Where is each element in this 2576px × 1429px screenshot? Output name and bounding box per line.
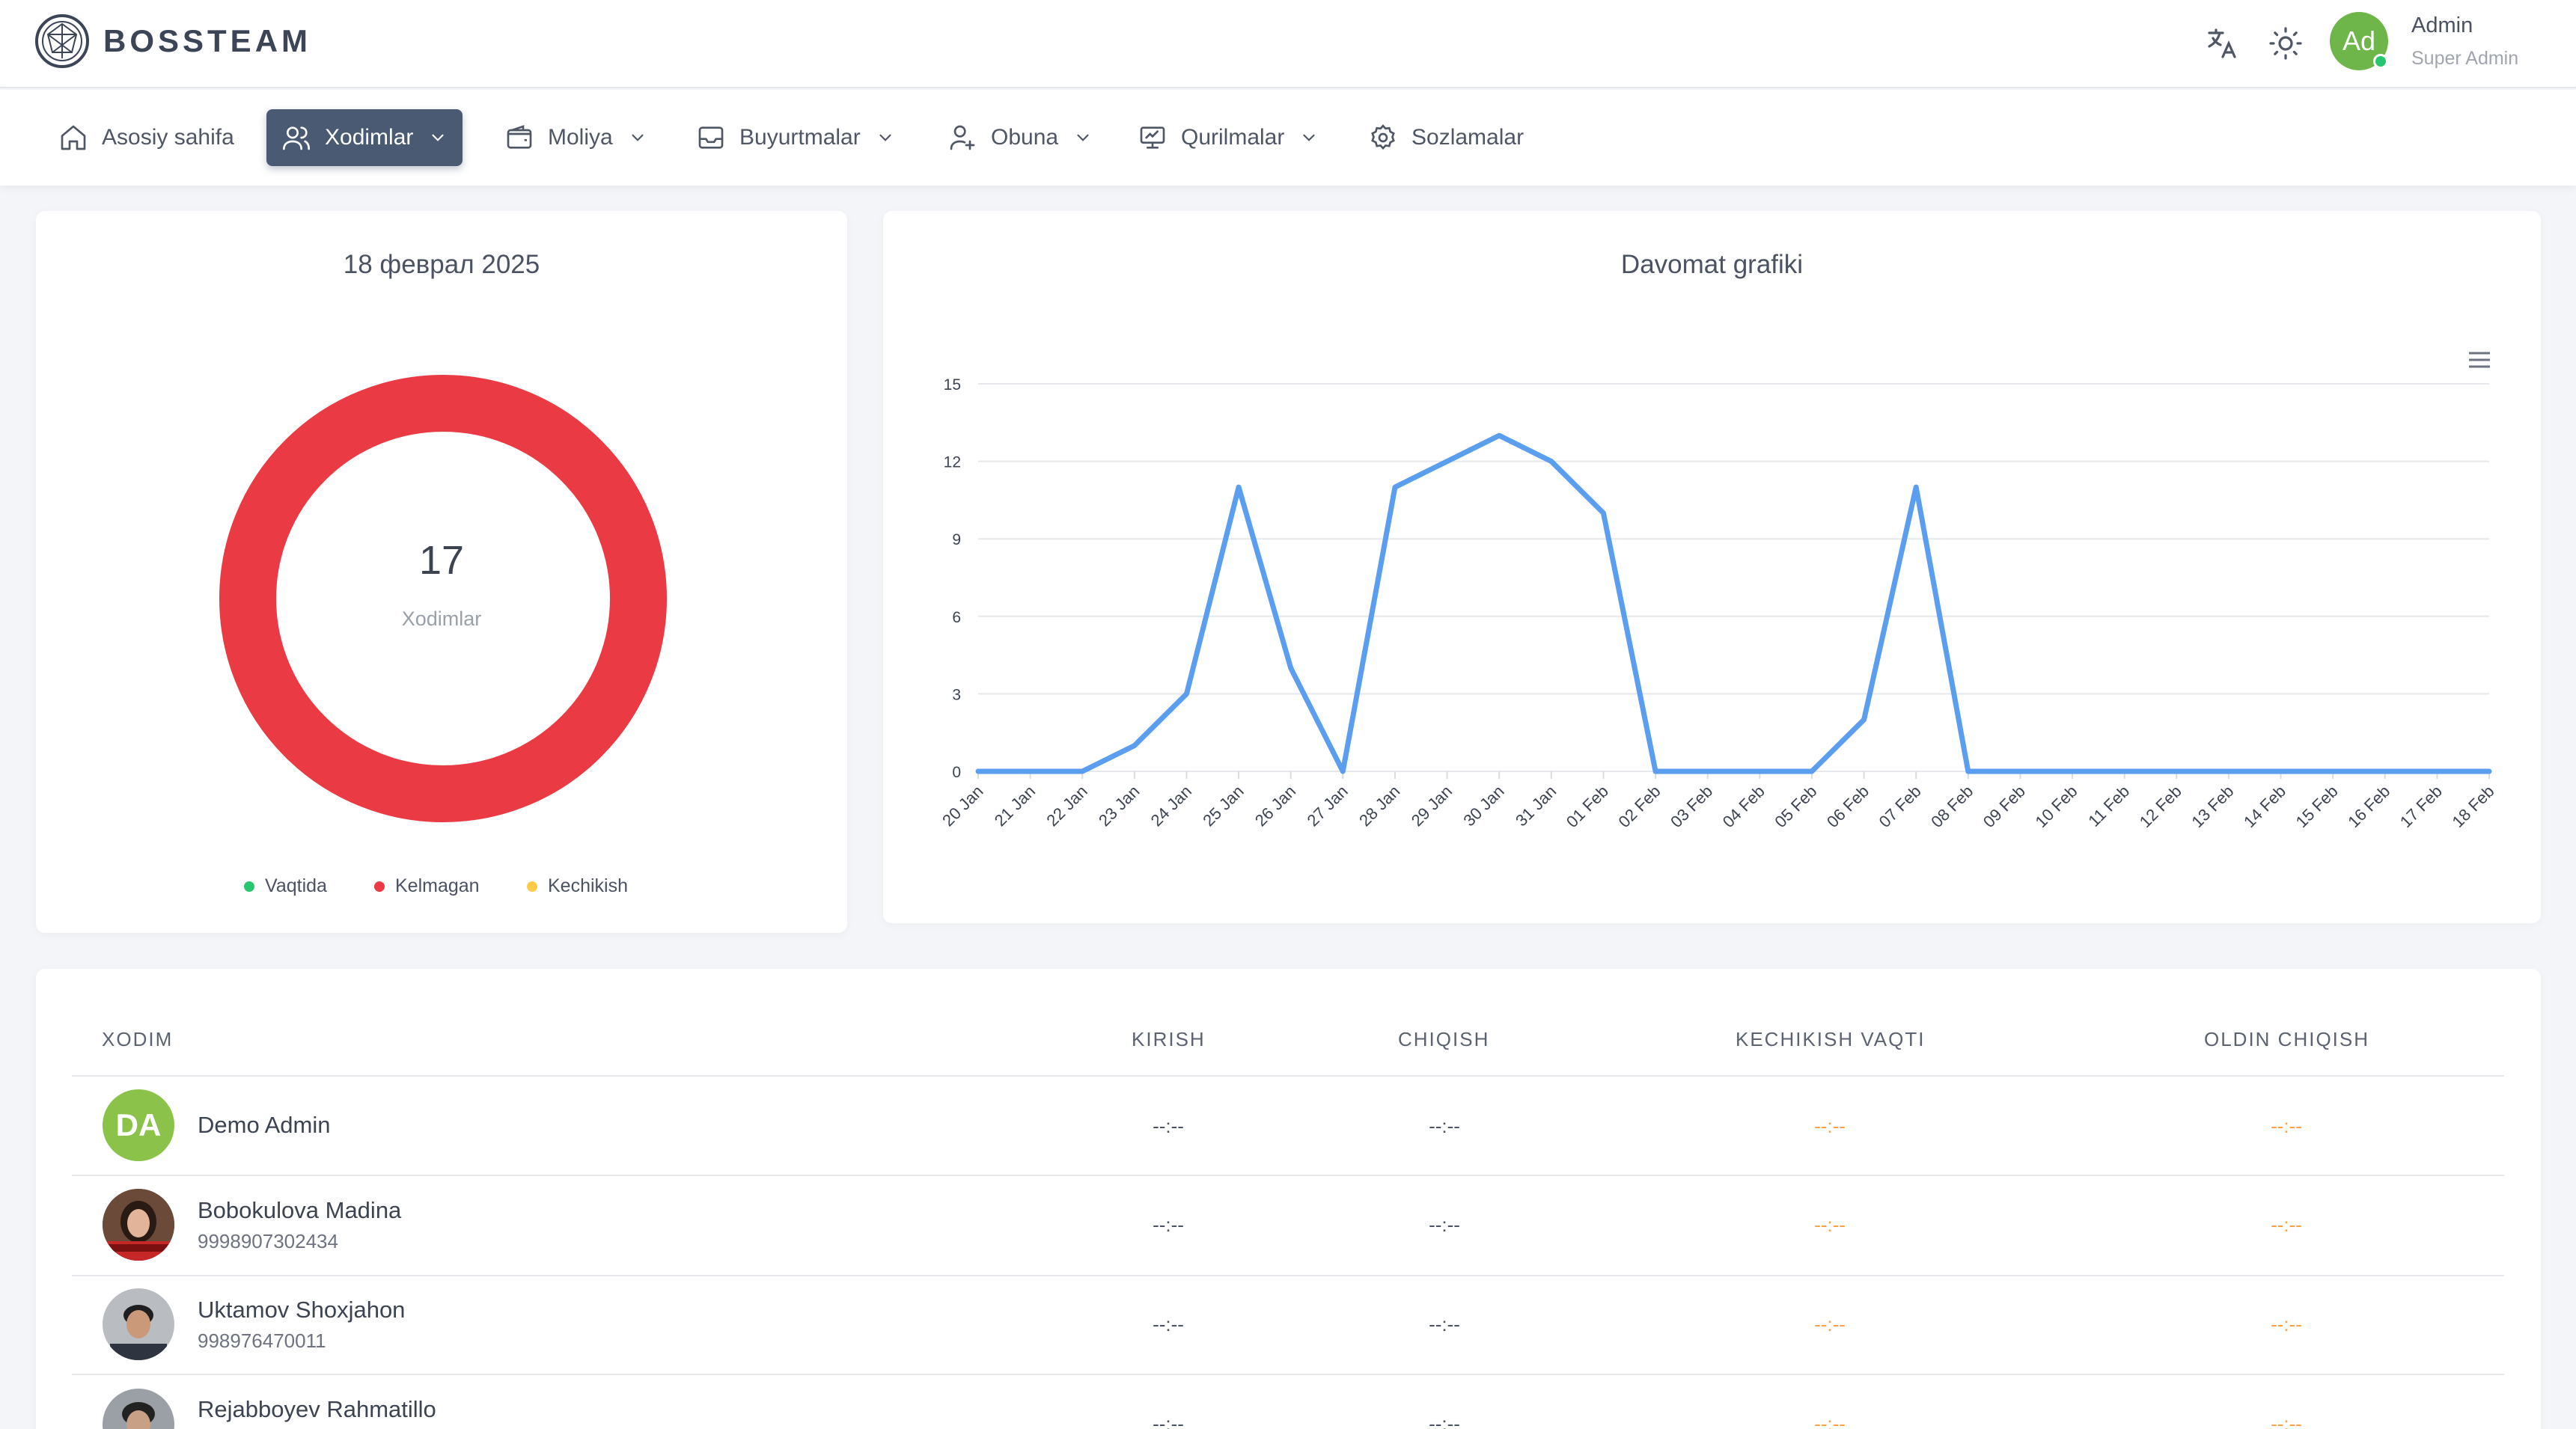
cell-late: --:-- xyxy=(1814,1413,1846,1429)
x-tick-label: 12 Feb xyxy=(2136,782,2185,831)
cell-late: --:-- xyxy=(1814,1115,1846,1137)
th-employee[interactable]: XODIM xyxy=(102,1028,173,1051)
employee-name[interactable]: Rejabboyev Rahmatillo xyxy=(198,1396,436,1423)
x-tick-label: 29 Jan xyxy=(1408,782,1456,830)
cell-early: --:-- xyxy=(2271,1115,2302,1137)
th-in[interactable]: KIRISH xyxy=(1132,1028,1206,1051)
x-tick-label: 13 Feb xyxy=(2188,782,2237,831)
x-tick-label: 01 Feb xyxy=(1563,782,1612,831)
x-tick-label: 15 Feb xyxy=(2292,782,2342,831)
cell-out: --:-- xyxy=(1429,1313,1460,1335)
cell-out: --:-- xyxy=(1429,1214,1460,1236)
y-tick-label: 3 xyxy=(952,686,961,703)
employee-attendance-table xyxy=(36,969,2541,1429)
employee-name[interactable]: Bobokulova Madina xyxy=(198,1197,401,1224)
x-tick-label: 17 Feb xyxy=(2396,782,2446,831)
row-divider xyxy=(72,1275,2504,1276)
x-tick-label: 10 Feb xyxy=(2031,782,2081,831)
x-tick-label: 07 Feb xyxy=(1875,782,1925,831)
cell-in: --:-- xyxy=(1153,1214,1184,1236)
th-early[interactable]: OLDIN CHIQISH xyxy=(2204,1028,2369,1051)
x-tick-label: 22 Jan xyxy=(1043,782,1090,830)
avatar xyxy=(103,1288,174,1360)
avatar-photo xyxy=(103,1189,174,1261)
x-tick-label: 28 Jan xyxy=(1355,782,1403,830)
employee-phone: 998976470011 xyxy=(198,1329,326,1352)
x-tick-label: 23 Jan xyxy=(1095,782,1143,830)
x-tick-label: 20 Jan xyxy=(938,782,986,830)
avatar-photo xyxy=(103,1288,174,1360)
x-tick-label: 09 Feb xyxy=(1980,782,2029,831)
x-tick-label: 27 Jan xyxy=(1303,782,1351,830)
avatar-initials: DA xyxy=(115,1107,162,1142)
cell-in: --:-- xyxy=(1153,1115,1184,1137)
row-divider xyxy=(72,1374,2504,1375)
cell-out: --:-- xyxy=(1429,1115,1460,1137)
row-divider xyxy=(72,1175,2504,1176)
x-tick-label: 02 Feb xyxy=(1614,782,1664,831)
cell-early: --:-- xyxy=(2271,1413,2302,1429)
x-tick-label: 26 Jan xyxy=(1251,782,1299,830)
employee-phone: 9998907302434 xyxy=(198,1230,338,1252)
avatar: DA xyxy=(103,1089,174,1161)
x-tick-label: 31 Jan xyxy=(1512,782,1560,830)
x-tick-label: 16 Feb xyxy=(2344,782,2393,831)
cell-early: --:-- xyxy=(2271,1313,2302,1335)
y-tick-label: 0 xyxy=(952,764,961,781)
x-tick-label: 04 Feb xyxy=(1719,782,1768,831)
th-late[interactable]: KECHIKISH VAQTI xyxy=(1736,1028,1925,1051)
y-tick-label: 15 xyxy=(944,376,961,394)
x-tick-label: 30 Jan xyxy=(1459,782,1507,830)
x-tick-label: 03 Feb xyxy=(1667,782,1716,831)
x-tick-label: 21 Jan xyxy=(991,782,1039,830)
x-tick-label: 06 Feb xyxy=(1823,782,1873,831)
y-tick-label: 6 xyxy=(952,609,961,626)
x-tick-label: 24 Jan xyxy=(1147,782,1195,830)
cell-early: --:-- xyxy=(2271,1214,2302,1236)
cell-in: --:-- xyxy=(1153,1413,1184,1429)
x-tick-label: 11 Feb xyxy=(2084,782,2133,830)
y-tick-label: 9 xyxy=(952,531,961,548)
y-tick-label: 12 xyxy=(944,454,961,471)
th-out[interactable]: CHIQISH xyxy=(1398,1028,1489,1051)
avatar xyxy=(103,1189,174,1261)
x-tick-label: 14 Feb xyxy=(2240,782,2289,831)
x-tick-label: 18 Feb xyxy=(2448,782,2497,831)
cell-out: --:-- xyxy=(1429,1413,1460,1429)
x-tick-label: 08 Feb xyxy=(1927,782,1977,831)
employee-name[interactable]: Uktamov Shoxjahon xyxy=(198,1297,405,1324)
cell-late: --:-- xyxy=(1814,1313,1846,1335)
employee-name[interactable]: Demo Admin xyxy=(198,1112,330,1139)
cell-in: --:-- xyxy=(1153,1313,1184,1335)
x-tick-label: 25 Jan xyxy=(1199,782,1247,830)
series-line xyxy=(975,432,2492,774)
cell-late: --:-- xyxy=(1814,1214,1846,1236)
x-tick-label: 05 Feb xyxy=(1771,782,1820,831)
table-header-divider xyxy=(72,1075,2504,1077)
